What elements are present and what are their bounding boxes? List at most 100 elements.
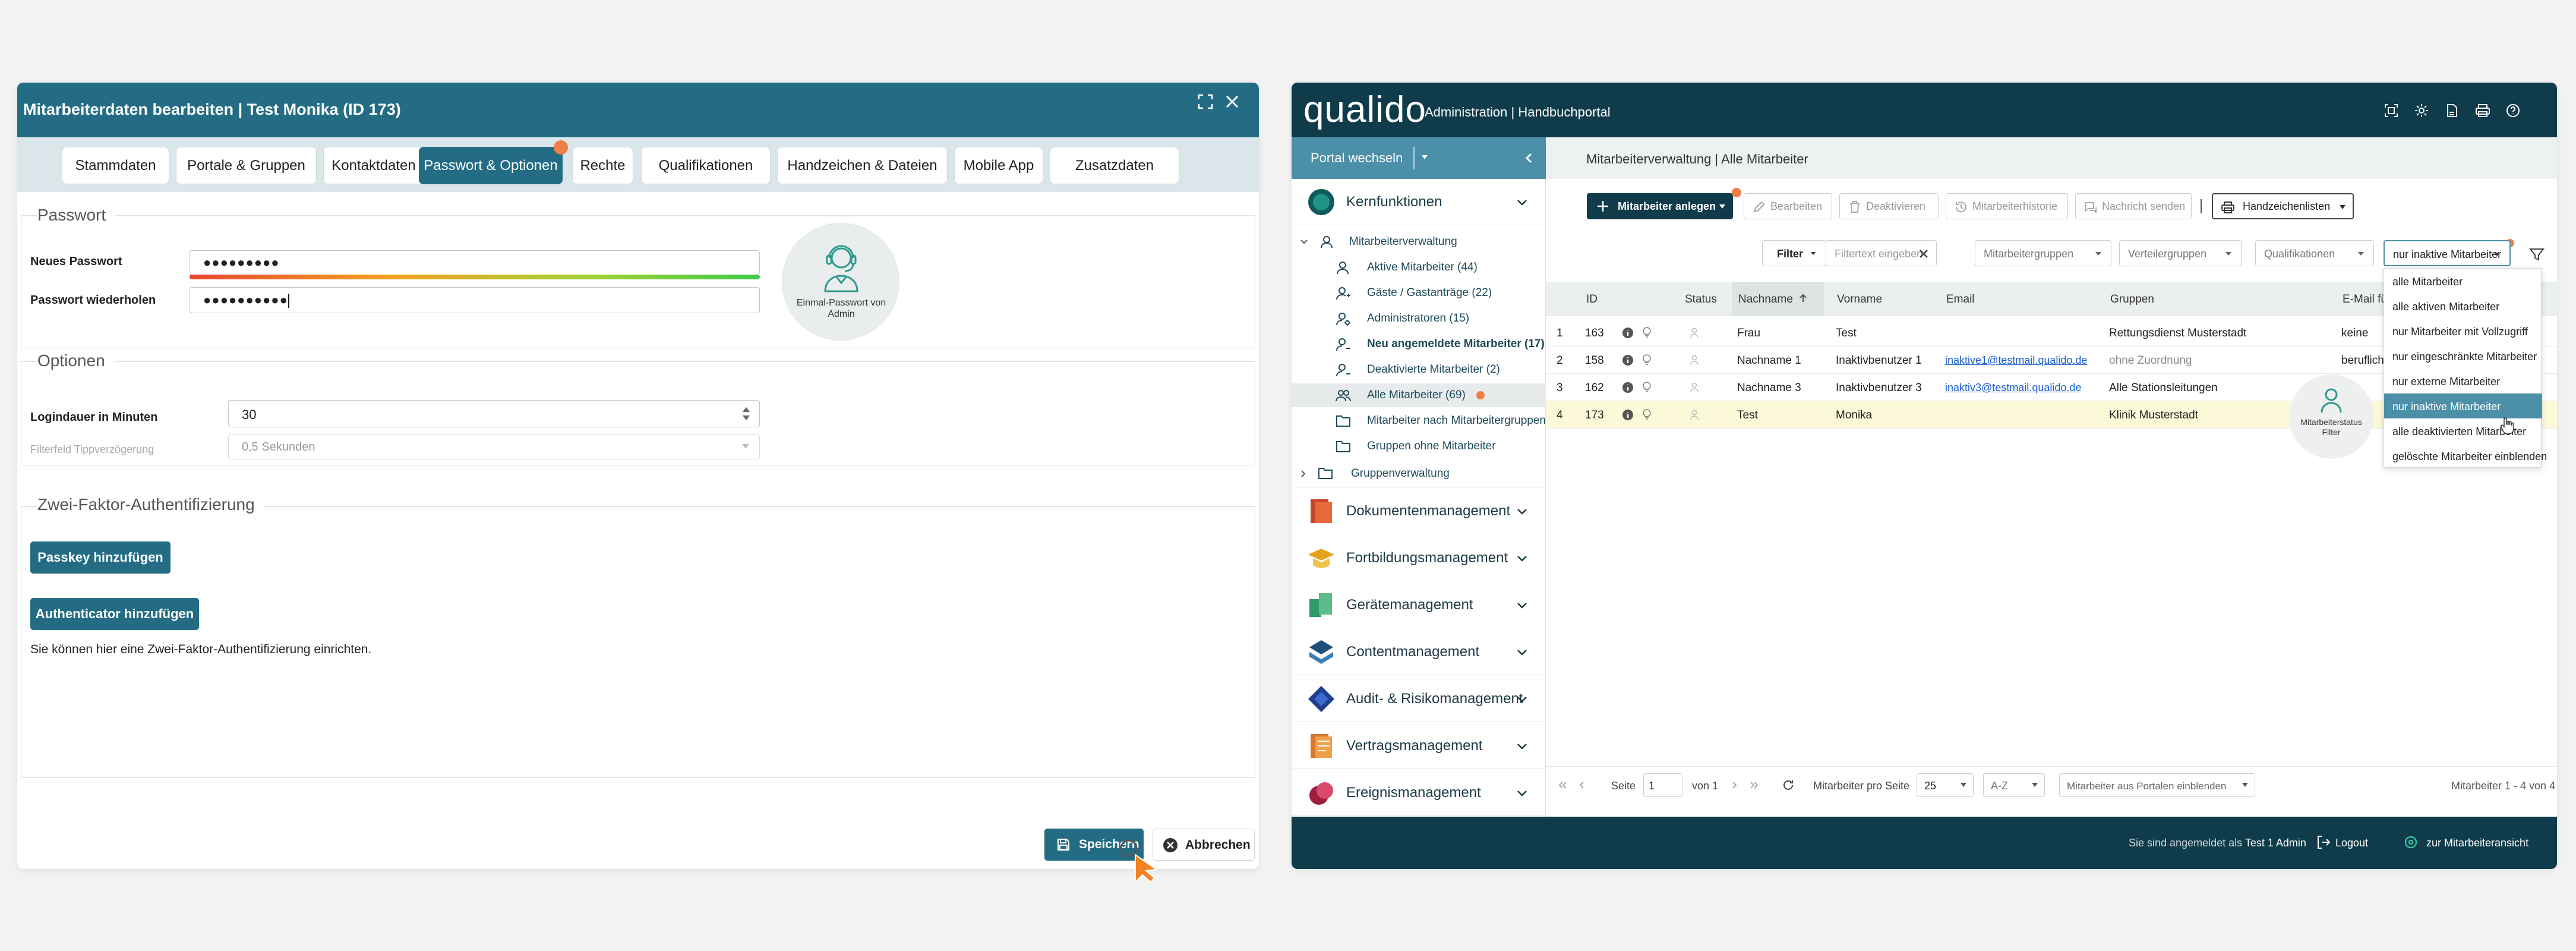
new-password-input[interactable]: ●●●●●●●●● [190, 250, 760, 275]
column-header-id[interactable]: ID [1580, 282, 1616, 316]
module-audit-risiko[interactable]: Audit- & Risikomanagement [1292, 676, 1546, 722]
refresh-icon[interactable] [1782, 779, 1794, 791]
module-label: Kernfunktionen [1346, 193, 1442, 210]
user-guest-icon [1336, 287, 1350, 300]
info-icon[interactable] [1622, 409, 1634, 421]
sidebar-item-alle[interactable]: Alle Mitarbeiter (69) [1292, 383, 1546, 407]
cell-email[interactable]: inaktiv3@testmail.qualido.de [1945, 382, 2081, 394]
column-header-vorname[interactable]: Vorname [1831, 282, 1926, 316]
event-module-icon [1309, 782, 1333, 805]
module-ereignismanagement[interactable]: Ereignismanagement [1292, 770, 1546, 816]
sidebar-item-aktive[interactable]: Aktive Mitarbeiter (44) [1292, 256, 1546, 279]
user-icon [1337, 262, 1349, 275]
pdf-document-icon[interactable] [2445, 103, 2459, 118]
info-icon[interactable] [1622, 382, 1634, 393]
tab-handzeichen-dateien[interactable]: Handzeichen & Dateien [777, 147, 948, 184]
sidebar-item-neu-angemeldet[interactable]: Neu angemeldete Mitarbeiter (17) [1292, 332, 1546, 356]
per-page-label: Mitarbeiter pro Seite [1813, 780, 1910, 792]
lightbulb-icon[interactable] [1641, 381, 1653, 394]
scan-icon[interactable] [2384, 103, 2398, 118]
cell-email[interactable]: inaktive1@testmail.qualido.de [1945, 354, 2087, 367]
sidebar-item-gruppenverwaltung[interactable]: Gruppenverwaltung [1292, 460, 1546, 487]
module-fortbildungsmanagement[interactable]: Fortbildungsmanagement [1292, 535, 1546, 581]
status-option[interactable]: nur externe Mitarbeiter [2384, 369, 2542, 393]
status-option-selected[interactable]: nur inaktive Mitarbeiter [2384, 393, 2542, 418]
funnel-icon[interactable] [2529, 247, 2545, 262]
column-header-gruppen[interactable]: Gruppen [2104, 282, 2306, 316]
portal-toggle-select[interactable]: Mitarbeiter aus Portalen einblenden [2059, 773, 2255, 797]
status-dropdown: alle Mitarbeiter alle aktiven Mitarbeite… [2384, 268, 2547, 468]
tab-stammdaten[interactable]: Stammdaten [62, 147, 169, 184]
onetime-password-button[interactable]: Einmal-Passwort von Admin [782, 223, 899, 341]
info-icon[interactable] [1622, 327, 1634, 339]
employee-groups-select[interactable]: Mitarbeitergruppen [1975, 240, 2111, 266]
chevron-down-icon [2358, 252, 2364, 256]
sign-lists-button[interactable]: Handzeichenlisten [2212, 193, 2354, 219]
sidebar-item-mitarbeiterverwaltung[interactable]: Mitarbeiterverwaltung [1292, 230, 1546, 254]
filter-text-input[interactable]: Filtertext eingeben [1826, 240, 1937, 266]
status-option[interactable]: alle deaktivierten Mitarbeiter [2384, 418, 2542, 443]
gear-icon[interactable] [2414, 103, 2429, 118]
tab-zusatzdaten[interactable]: Zusatzdaten [1050, 147, 1179, 184]
qualido-logo[interactable]: qualido [1303, 89, 1426, 131]
per-page-select[interactable]: 25 [1917, 773, 1974, 797]
status-option[interactable]: nur Mitarbeiter mit Vollzugriff [2384, 319, 2542, 344]
status-option[interactable]: nur eingeschränkte Mitarbeiter [2384, 344, 2542, 369]
sidebar-item-deaktiviert[interactable]: Deaktivierte Mitarbeiter (2) [1292, 358, 1546, 382]
module-vertragsmanagement[interactable]: Vertragsmanagement [1292, 723, 1546, 769]
chevron-down-icon[interactable] [1421, 155, 1428, 160]
login-duration-input[interactable]: 30 [228, 400, 760, 427]
lightbulb-icon[interactable] [1641, 354, 1653, 367]
tab-passwort-optionen[interactable]: Passwort & Optionen [419, 140, 568, 184]
lightbulb-icon[interactable] [1641, 408, 1653, 421]
status-option[interactable]: alle aktiven Mitarbeiter [2384, 294, 2542, 319]
cell-row-number: 2 [1557, 354, 1563, 367]
filter-mode-select[interactable]: Filter [1762, 240, 1826, 266]
trash-icon [1850, 201, 1860, 213]
create-label: Mitarbeiter anlegen [1618, 200, 1716, 212]
module-kernfunktionen[interactable]: Kernfunktionen [1292, 179, 1546, 225]
help-icon[interactable] [2506, 103, 2520, 118]
status-option[interactable]: alle Mitarbeiter [2384, 269, 2542, 294]
column-header-status[interactable]: Status [1679, 282, 1726, 316]
sort-select[interactable]: A-Z [1983, 773, 2045, 797]
status-filter-select[interactable]: nur inaktive Mitarbeiter [2384, 240, 2511, 266]
collapse-sidebar-icon[interactable] [1524, 152, 1534, 164]
logout-button[interactable]: Logout [2316, 835, 2368, 849]
qualifications-select[interactable]: Qualifikationen [2255, 240, 2374, 266]
column-header-email[interactable]: Email [1940, 282, 2095, 316]
tab-qualifikationen[interactable]: Qualifikationen [641, 147, 771, 184]
create-employee-button[interactable]: Mitarbeiter anlegen [1587, 193, 1733, 219]
tab-kontaktdaten[interactable]: Kontaktdaten [323, 147, 424, 184]
module-dokumentenmanagement[interactable]: Dokumentenmanagement [1292, 488, 1546, 534]
module-contentmanagement[interactable]: Contentmanagement [1292, 629, 1546, 675]
clear-icon[interactable] [1918, 248, 1929, 259]
pencil-icon [1753, 201, 1765, 213]
repeat-password-input[interactable]: ●●●●●●●●●● [190, 287, 760, 313]
cancel-button[interactable]: Abbrechen [1153, 829, 1255, 861]
column-header-nachname[interactable]: Nachname [1732, 282, 1824, 316]
tab-rechte[interactable]: Rechte [572, 147, 633, 184]
sidebar-item-gruppen-ohne[interactable]: Gruppen ohne Mitarbeiter [1292, 434, 1546, 458]
close-icon[interactable] [1223, 93, 1241, 111]
spinner-arrows-icon[interactable] [741, 406, 751, 421]
lightbulb-icon[interactable] [1641, 326, 1653, 339]
printer-icon[interactable] [2475, 103, 2490, 118]
add-passkey-button[interactable]: Passkey hinzufügen [30, 541, 171, 574]
page-input[interactable]: 1 [1643, 773, 1682, 797]
deactivate-button: Deaktivieren [1839, 193, 1939, 219]
info-icon[interactable] [1622, 354, 1634, 366]
tab-mobile-app[interactable]: Mobile App [954, 147, 1043, 184]
employee-view-button[interactable]: zur Mitarbeiteransicht [2404, 835, 2528, 849]
sidebar-item-nach-gruppen[interactable]: Mitarbeiter nach Mitarbeitergruppen [1292, 409, 1546, 433]
filter-delay-select: 0,5 Sekunden [228, 434, 760, 459]
status-option[interactable]: gelöschte Mitarbeiter einblenden [2384, 443, 2547, 468]
sidebar-item-gaeste[interactable]: Gäste / Gastanträge (22) [1292, 281, 1546, 305]
maximize-icon[interactable] [1197, 93, 1214, 111]
sidebar-item-administratoren[interactable]: Administratoren (15) [1292, 307, 1546, 330]
add-authenticator-button[interactable]: Authenticator hinzufügen [30, 598, 199, 630]
tab-portale-gruppen[interactable]: Portale & Gruppen [176, 147, 317, 184]
module-geraetemanagement[interactable]: Gerätemanagement [1292, 582, 1546, 628]
portal-switch-bar[interactable]: Portal wechseln [1292, 137, 1546, 179]
distribution-groups-select[interactable]: Verteilergruppen [2119, 240, 2242, 266]
